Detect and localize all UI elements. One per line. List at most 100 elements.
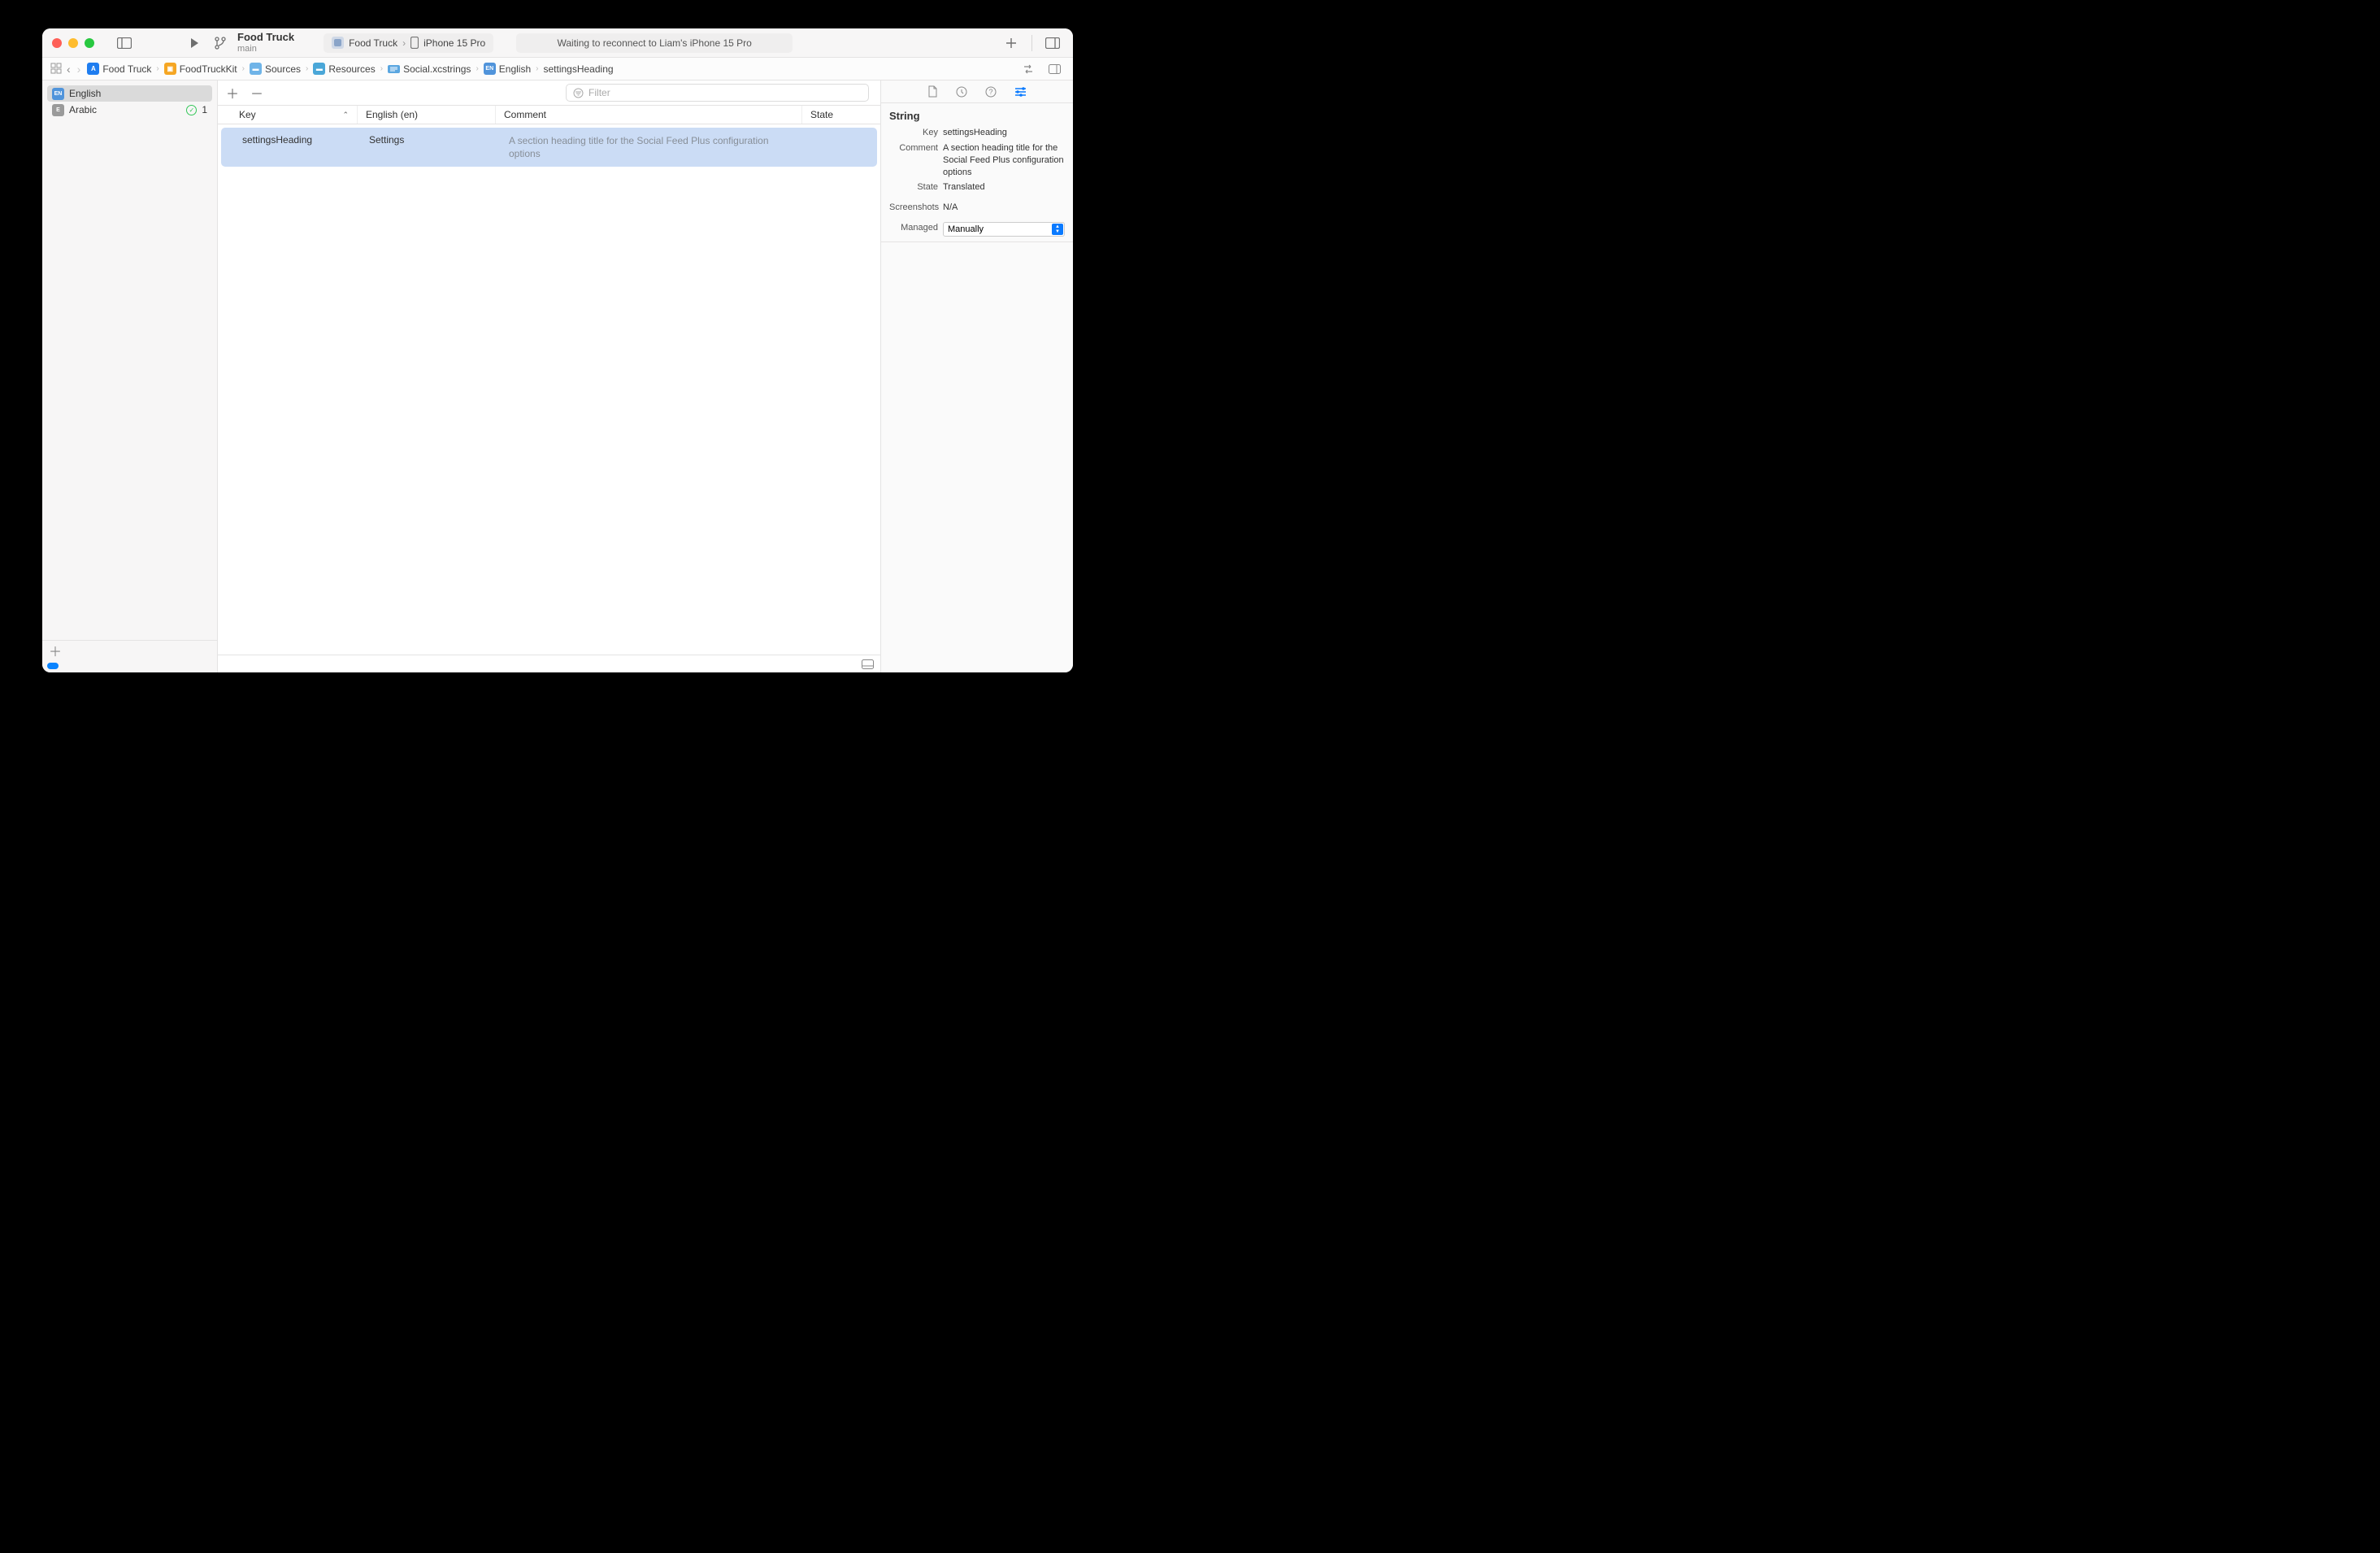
adjust-editor-button[interactable] (1018, 60, 1039, 78)
nav-back-button[interactable]: ‹ (65, 63, 72, 76)
sort-ascending-icon: ⌃ (342, 111, 349, 120)
language-badge: E (52, 104, 64, 116)
chevron-right-icon: › (402, 37, 406, 49)
strings-file-icon (388, 65, 400, 73)
filter-bar (42, 659, 217, 672)
strings-editor: Filter Key⌃ English (en) Comment State s… (218, 80, 881, 672)
inspector-tab-help[interactable]: ? (985, 86, 997, 98)
managed-value: Manually (948, 224, 984, 236)
managed-select[interactable]: Manually ▲▼ (943, 222, 1065, 237)
run-button[interactable] (184, 34, 205, 52)
related-items-button[interactable] (50, 63, 62, 76)
column-english[interactable]: English (en) (358, 106, 496, 124)
inspector-tab-attributes[interactable] (1014, 87, 1027, 97)
sidebar-footer: ＋ (42, 640, 217, 659)
inspector-screenshots-label: Screenshots (889, 202, 943, 214)
document-icon (927, 85, 938, 98)
sliders-icon (1014, 87, 1027, 97)
scheme-target: Food Truck (349, 37, 397, 49)
crumb-sources[interactable]: ▬Sources (250, 63, 301, 75)
inspector-comment-label: Comment (889, 142, 943, 179)
app-icon (332, 37, 344, 49)
nav-forward-button[interactable]: › (76, 63, 83, 76)
language-badge: EN (52, 88, 64, 100)
updown-icon: ▲▼ (1052, 224, 1063, 235)
sidebar-left-icon (117, 37, 132, 49)
filter-field[interactable]: Filter (566, 84, 869, 102)
titlebar: Food Truck main Food Truck › iPhone 15 P… (42, 28, 1073, 58)
add-string-button[interactable] (226, 83, 239, 102)
folder-icon: ▬ (313, 63, 325, 75)
layout-icon (1049, 64, 1061, 74)
window-controls (52, 38, 94, 48)
inspector-key-label: Key (889, 127, 943, 139)
cell-english: Settings (364, 134, 502, 160)
language-item-english[interactable]: EN English (47, 85, 212, 102)
project-title: Food Truck main (237, 32, 294, 53)
inspector-panel: ? String KeysettingsHeading CommentA sec… (881, 80, 1073, 672)
plus-icon (1005, 37, 1017, 49)
filter-icon (573, 88, 584, 98)
language-name: Arabic (69, 104, 97, 115)
package-icon: ▣ (164, 63, 176, 75)
xcode-window: Food Truck main Food Truck › iPhone 15 P… (42, 28, 1073, 672)
project-name: Food Truck (237, 32, 294, 43)
column-comment[interactable]: Comment (496, 106, 802, 124)
inspector-state-label: State (889, 181, 943, 194)
inspector-key-value: settingsHeading (943, 127, 1065, 139)
crumb-package[interactable]: ▣FoodTruckKit (164, 63, 237, 75)
zoom-window[interactable] (85, 38, 94, 48)
table-row[interactable]: settingsHeading Settings A section headi… (221, 128, 877, 167)
add-language-button[interactable]: ＋ (49, 641, 62, 660)
editor-footer (218, 655, 880, 672)
activity-status: Waiting to reconnect to Liam's iPhone 15… (516, 33, 793, 53)
clock-icon (956, 86, 967, 98)
filter-placeholder: Filter (588, 87, 610, 98)
crumb-language[interactable]: ENEnglish (484, 63, 531, 75)
toggle-right-sidebar-button[interactable] (1042, 34, 1063, 52)
toggle-bottom-panel-button[interactable] (862, 659, 874, 669)
question-icon: ? (985, 86, 997, 98)
folder-icon: ▬ (250, 63, 262, 75)
language-icon: EN (484, 63, 496, 75)
remove-string-button[interactable] (250, 83, 263, 102)
crumb-key[interactable]: settingsHeading (543, 63, 613, 75)
inspector-managed-label: Managed (889, 222, 943, 237)
panel-bottom-icon (862, 659, 874, 669)
close-window[interactable] (52, 38, 62, 48)
language-name: English (69, 88, 101, 99)
editor-options-button[interactable] (1044, 60, 1065, 78)
sidebar-right-icon (1045, 37, 1060, 49)
scheme-device: iPhone 15 Pro (423, 37, 485, 49)
device-icon (410, 37, 419, 49)
crumb-file[interactable]: Social.xcstrings (388, 63, 471, 75)
language-status (186, 105, 197, 115)
table-header: Key⌃ English (en) Comment State (218, 105, 880, 124)
cell-key: settingsHeading (224, 134, 364, 160)
cell-state (796, 134, 874, 160)
crumb-resources[interactable]: ▬Resources (313, 63, 375, 75)
column-key[interactable]: Key⌃ (218, 106, 358, 124)
checkmark-circle-icon (186, 105, 197, 115)
language-item-arabic[interactable]: E Arabic 1 (47, 102, 212, 118)
column-state[interactable]: State (802, 106, 880, 124)
inspector-tab-file[interactable] (927, 85, 938, 98)
svg-text:?: ? (988, 88, 992, 96)
branch-name: main (237, 44, 294, 54)
cell-comment: A section heading title for the Social F… (502, 134, 796, 160)
inspector-tab-history[interactable] (956, 86, 967, 98)
minimize-window[interactable] (68, 38, 78, 48)
inspector-screenshots-value: N/A (943, 202, 1065, 214)
add-tab-button[interactable] (1001, 34, 1022, 52)
crumb-project[interactable]: AFood Truck (87, 63, 151, 75)
breadcrumb: ‹ › AFood Truck› ▣FoodTruckKit› ▬Sources… (42, 58, 1073, 80)
status-text: Waiting to reconnect to Liam's iPhone 15… (558, 37, 752, 49)
play-icon (189, 37, 200, 49)
inspector-state-value: Translated (943, 181, 1065, 194)
branch-button[interactable] (210, 34, 231, 52)
filter-indicator[interactable] (47, 663, 59, 669)
toggle-left-sidebar-button[interactable] (114, 34, 135, 52)
scheme-selector[interactable]: Food Truck › iPhone 15 Pro (324, 33, 493, 53)
inspector-tabs: ? (881, 80, 1073, 103)
arrows-icon (1023, 64, 1034, 74)
